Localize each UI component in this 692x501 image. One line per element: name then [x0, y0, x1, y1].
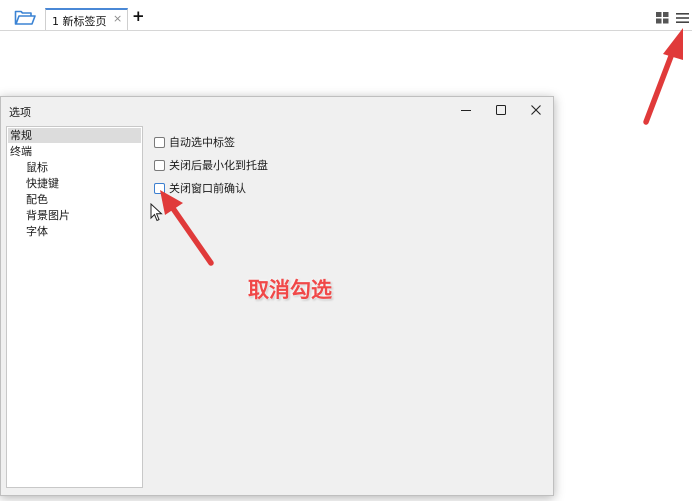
close-button[interactable] — [523, 100, 549, 120]
folder-open-icon[interactable] — [14, 10, 36, 26]
auto-select-tab-checkbox[interactable] — [154, 137, 165, 148]
mouse-cursor-icon — [150, 202, 164, 223]
add-tab-button[interactable]: + — [132, 8, 145, 24]
option-label: 自动选中标签 — [169, 136, 235, 149]
tree-item-color-scheme[interactable]: 配色 — [26, 192, 48, 207]
tab-close-icon[interactable]: × — [113, 12, 122, 25]
app-toolbar: 1 新标签页 × + — [0, 0, 692, 31]
dialog-title: 选项 — [9, 106, 31, 119]
toolbar-divider — [0, 30, 692, 31]
tree-item-terminal[interactable]: 终端 — [10, 144, 32, 159]
hamburger-menu-icon[interactable] — [676, 12, 689, 24]
option-label: 关闭后最小化到托盘 — [169, 159, 268, 172]
tab-new-tab[interactable]: 1 新标签页 × — [45, 8, 128, 31]
dialog-titlebar[interactable]: 选项 — [1, 97, 553, 123]
confirm-before-close-checkbox[interactable] — [154, 183, 165, 194]
minimize-to-tray-checkbox[interactable] — [154, 160, 165, 171]
tree-item-general[interactable]: 常规 — [8, 128, 141, 143]
options-category-tree: 常规 终端 鼠标 快捷键 配色 背景图片 字体 — [6, 126, 143, 488]
tree-item-background-image[interactable]: 背景图片 — [26, 208, 70, 223]
tree-item-shortcuts[interactable]: 快捷键 — [26, 176, 59, 191]
annotation-arrow-menu — [643, 28, 683, 125]
tree-item-font[interactable]: 字体 — [26, 224, 48, 239]
grid-icon[interactable] — [656, 12, 669, 24]
maximize-button[interactable] — [488, 100, 514, 120]
option-label: 关闭窗口前确认 — [169, 182, 246, 195]
tab-label: 1 新标签页 — [52, 15, 107, 28]
tree-item-mouse[interactable]: 鼠标 — [26, 160, 48, 175]
annotation-note: 取消勾选 — [248, 278, 332, 302]
minimize-button[interactable] — [453, 100, 479, 120]
